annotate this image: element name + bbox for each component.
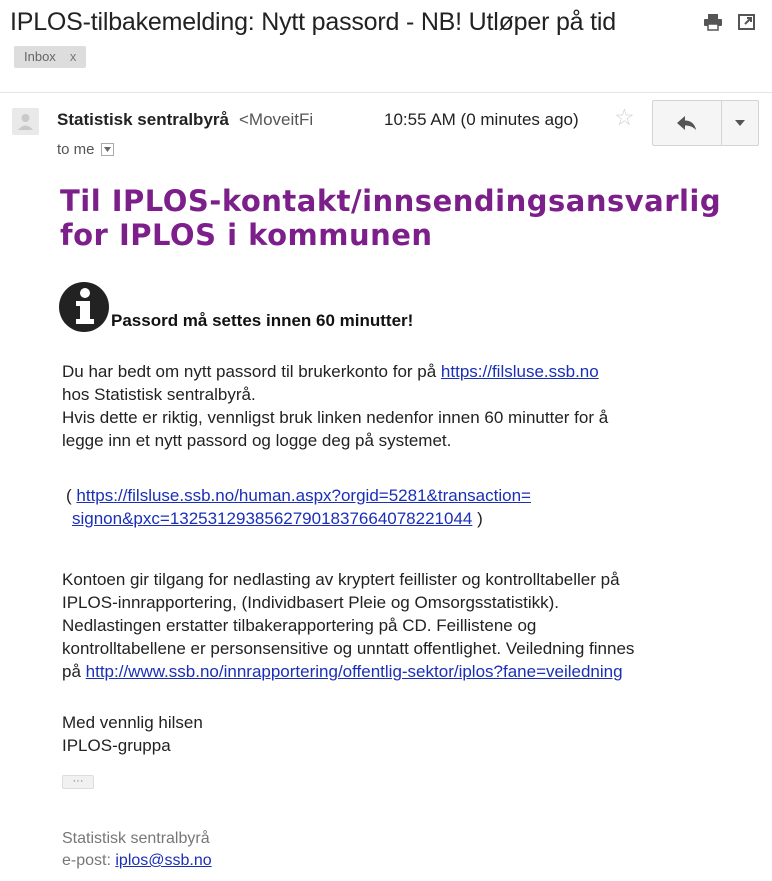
account-line-1: Kontoen gir tilgang for nedlasting av kr… bbox=[62, 570, 620, 589]
signature-email-label: e-post: bbox=[62, 852, 116, 869]
paren-close: ) bbox=[472, 509, 483, 528]
account-line-3: Nedlastingen erstatter tilbakerapporteri… bbox=[62, 616, 537, 635]
more-actions-button[interactable] bbox=[721, 100, 759, 146]
sender-email: <MoveitFi bbox=[239, 110, 314, 129]
caret-down-icon bbox=[103, 147, 111, 152]
account-line-2: IPLOS-innrapportering, (Individbasert Pl… bbox=[62, 593, 559, 612]
message-timestamp: 10:55 AM (0 minutes ago) bbox=[384, 110, 579, 129]
header-actions bbox=[702, 12, 758, 32]
email-heading: Til IPLOS-kontakt/innsendingsansvarlig f… bbox=[60, 184, 722, 252]
reply-button[interactable] bbox=[652, 100, 722, 146]
remove-label-button[interactable]: x bbox=[70, 46, 77, 68]
info-icon bbox=[59, 282, 109, 332]
intro-line-2: hos Statistisk sentralbyrå. bbox=[62, 385, 256, 404]
account-line-5-prefix: på bbox=[62, 662, 86, 681]
avatar bbox=[12, 108, 39, 135]
label-text: Inbox bbox=[24, 49, 56, 64]
intro-line-4: legge inn et nytt passord og logge deg p… bbox=[62, 431, 452, 450]
signature-email-link[interactable]: iplos@ssb.no bbox=[115, 852, 211, 869]
filsluse-link[interactable]: https://filsluse.ssb.no bbox=[441, 362, 599, 381]
recipient-details-toggle[interactable] bbox=[100, 143, 114, 156]
intro-text: Du har bedt om nytt passord til brukerko… bbox=[62, 362, 441, 381]
account-line-4: kontrolltabellene er personsensitive og … bbox=[62, 639, 635, 658]
reply-icon bbox=[677, 116, 696, 130]
new-window-icon[interactable] bbox=[736, 12, 758, 32]
signature: Statistisk sentralbyrå e-post: iplos@ssb… bbox=[62, 828, 212, 872]
intro-line-3: Hvis dette er riktig, vennligst bruk lin… bbox=[62, 408, 609, 427]
account-info-paragraph: Kontoen gir tilgang for nedlasting av kr… bbox=[62, 568, 742, 683]
inbox-label: Inbox x bbox=[14, 46, 87, 68]
team-name: IPLOS-gruppa bbox=[62, 736, 171, 755]
divider bbox=[0, 92, 772, 93]
paren-open: ( bbox=[66, 486, 77, 505]
reset-link-block: ( https://filsluse.ssb.no/human.aspx?org… bbox=[62, 484, 742, 530]
guidance-link[interactable]: http://www.ssb.no/innrapportering/offent… bbox=[86, 662, 623, 681]
recipient-row: to me bbox=[57, 141, 114, 158]
intro-paragraph: Du har bedt om nytt passord til brukerko… bbox=[62, 360, 742, 452]
sender-name: Statistisk sentralbyrå bbox=[57, 110, 229, 129]
info-notice: Passord må settes innen 60 minutter! bbox=[111, 311, 414, 330]
signature-name: Statistisk sentralbyrå bbox=[62, 830, 210, 847]
closing-block: Med vennlig hilsen IPLOS-gruppa bbox=[62, 711, 742, 757]
reset-link-part-1[interactable]: https://filsluse.ssb.no/human.aspx?orgid… bbox=[76, 486, 531, 505]
print-icon[interactable] bbox=[702, 12, 724, 32]
chevron-down-icon bbox=[735, 120, 745, 126]
email-subject: IPLOS-tilbakemelding: Nytt passord - NB!… bbox=[10, 8, 616, 36]
star-icon[interactable]: ☆ bbox=[614, 104, 635, 131]
closing-text: Med vennlig hilsen bbox=[62, 713, 203, 732]
recipient-text: to me bbox=[57, 141, 95, 158]
reset-link-part-2[interactable]: signon&pxc=13253129385627901837664078221… bbox=[72, 509, 472, 528]
person-icon bbox=[18, 114, 33, 130]
show-trimmed-content-button[interactable]: ··· bbox=[62, 775, 94, 789]
